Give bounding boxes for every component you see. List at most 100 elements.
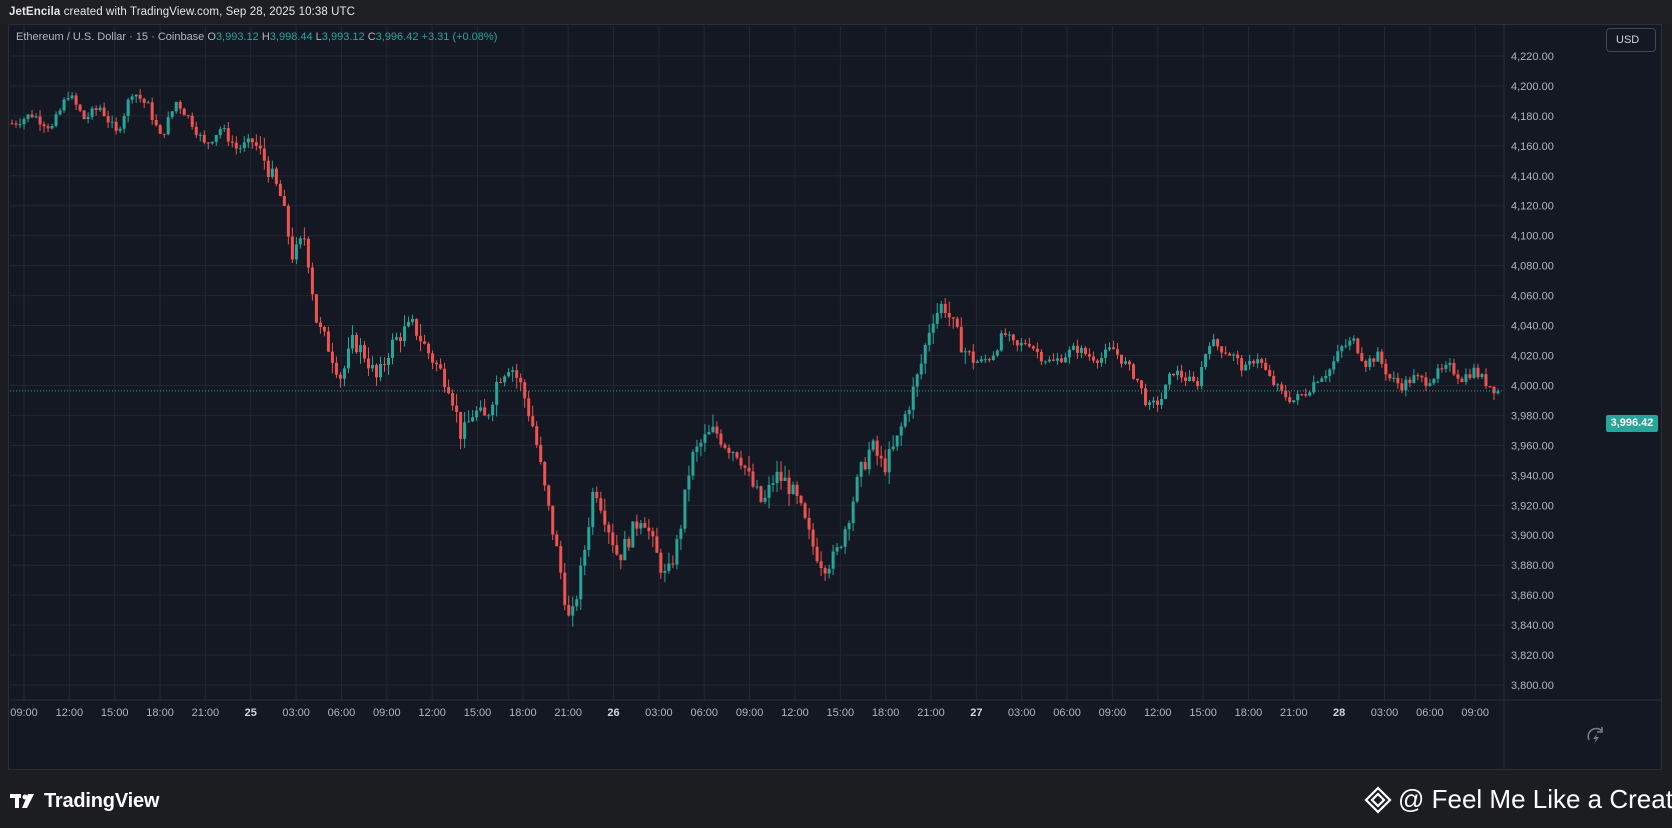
candle-body (38, 116, 42, 125)
candle-body (1103, 349, 1107, 358)
candle-body (579, 565, 583, 600)
candle-body (198, 134, 202, 136)
candle-body (1031, 346, 1035, 349)
candle-body (1075, 345, 1079, 353)
candle-body (318, 322, 322, 327)
y-tick-label: 3,960.00 (1511, 440, 1554, 452)
candle-body (1256, 359, 1260, 364)
candle-body (767, 484, 771, 498)
candle-body (78, 104, 82, 111)
candle-body (691, 451, 695, 476)
candle-body (711, 426, 715, 433)
low-value: 3,993.12 (321, 31, 365, 43)
candle-body (427, 343, 431, 354)
x-tick-label: 18:00 (509, 707, 537, 719)
y-tick-label: 4,080.00 (1511, 261, 1554, 273)
candle-body (667, 563, 671, 571)
candle-body (1384, 363, 1388, 375)
candle-body (210, 141, 214, 144)
candle-body (735, 452, 739, 458)
candle-body (963, 351, 967, 353)
x-tick-label: 27 (970, 707, 982, 719)
candle-body (975, 361, 979, 363)
candle-body (30, 114, 34, 118)
currency-button[interactable]: USD (1606, 28, 1656, 52)
candle-body (42, 124, 46, 127)
candle-body (1280, 384, 1284, 391)
candle-body (563, 572, 567, 606)
candle-body (411, 318, 415, 322)
candle-body (1388, 374, 1392, 379)
candle-body (1368, 358, 1372, 367)
candle-body (1276, 384, 1280, 386)
candle-body (270, 168, 274, 178)
x-tick-label: 09:00 (373, 707, 401, 719)
candle-body (1184, 377, 1188, 382)
candle-body (671, 563, 675, 565)
candle-body (1304, 394, 1308, 396)
x-tick-label: 06:00 (328, 707, 356, 719)
candle-body (1115, 349, 1119, 355)
candle-body (859, 462, 863, 477)
candle-body (583, 549, 587, 566)
candle-body (230, 141, 234, 143)
candle-body (134, 94, 138, 97)
candle-body (955, 318, 959, 327)
candle-body (1204, 353, 1208, 367)
x-tick-label: 15:00 (1189, 707, 1217, 719)
candle-body (639, 523, 643, 529)
price-chart[interactable]: 3,800.00 3,820.00 3,840.00 3,860.00 3,880.00… (8, 24, 1662, 770)
auto-scale-reset-icon[interactable] (1584, 724, 1608, 748)
candle-body (294, 244, 298, 260)
candle-body (527, 398, 531, 417)
candle-body (723, 444, 727, 448)
candle-body (1264, 362, 1268, 370)
candle-body (843, 529, 847, 547)
y-tick-label: 4,120.00 (1511, 201, 1554, 213)
candle-body (567, 605, 571, 616)
candle-body (1348, 340, 1352, 346)
candle-body (1244, 364, 1248, 371)
open-value: 3,993.12 (215, 31, 259, 43)
candle-body (254, 142, 258, 146)
candle-body (1055, 358, 1059, 361)
candle-body (1119, 354, 1123, 364)
y-tick-label: 4,100.00 (1511, 231, 1554, 243)
candle-body (138, 94, 142, 99)
candle-body (675, 538, 679, 565)
candle-body (118, 128, 122, 131)
high-value: 3,998.44 (269, 31, 313, 43)
candle-body (535, 426, 539, 446)
candle-body (399, 337, 403, 342)
candle-body (915, 374, 919, 387)
candle-body (699, 442, 703, 447)
candle-body (551, 505, 555, 535)
candle-body (306, 238, 310, 268)
x-tick-label: 18:00 (1235, 707, 1263, 719)
candle-body (719, 433, 723, 445)
candle-body (1123, 361, 1127, 364)
candle-body (314, 294, 318, 323)
candle-body (122, 115, 126, 129)
candle-body (851, 501, 855, 524)
candle-body (571, 606, 575, 616)
candle-body (495, 381, 499, 405)
candle-body (419, 335, 423, 342)
candle-body (374, 364, 378, 378)
candle-body (1051, 359, 1055, 361)
candle-body (683, 489, 687, 529)
candle-body (1160, 398, 1164, 405)
candle-body (1027, 343, 1031, 347)
author-name: JetEncila (9, 6, 61, 18)
candle-body (435, 362, 439, 365)
x-tick-label: 03:00 (1008, 707, 1036, 719)
candle-body (943, 303, 947, 313)
candle-body (1412, 375, 1416, 383)
y-tick-label: 4,220.00 (1511, 51, 1554, 63)
y-tick-label: 3,980.00 (1511, 410, 1554, 422)
x-tick-label: 03:00 (645, 707, 673, 719)
candle-body (1460, 378, 1464, 382)
candle-body (807, 517, 811, 530)
candle-body (1011, 334, 1015, 341)
candle-body (18, 124, 22, 126)
